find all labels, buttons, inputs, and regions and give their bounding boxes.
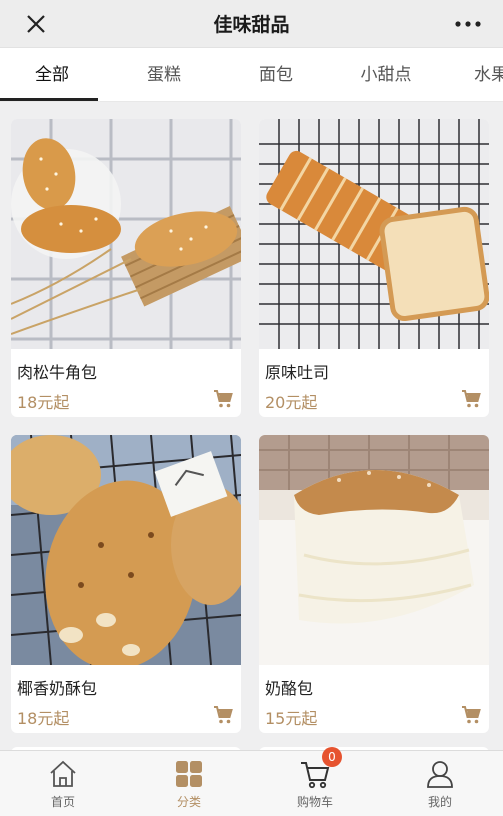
tab-dessert[interactable]: 小甜点 (334, 48, 438, 101)
category-tabs: 全部 蛋糕 面包 小甜点 水果 (0, 48, 503, 102)
tab-bread[interactable]: 面包 (224, 48, 328, 101)
croissant-buns-photo (11, 119, 241, 349)
top-bar: 佳味甜品 (0, 0, 503, 48)
product-name: 奶酪包 (265, 679, 314, 698)
active-tab-indicator (0, 98, 98, 101)
nav-cart[interactable]: 0 购物车 (252, 747, 378, 816)
product-name: 原味吐司 (265, 363, 330, 382)
tab-fruit[interactable]: 水果 (474, 48, 503, 101)
product-grid: 肉松牛角包 18元起 原味吐司 20元起 椰香奶酥包 18元起 奶酪包 15元起 (0, 102, 503, 750)
page-title: 佳味甜品 (213, 14, 290, 36)
bottom-nav: 首页 分类 0 购物车 我的 (0, 747, 503, 816)
home-icon (50, 760, 76, 787)
product-card[interactable]: 椰香奶酥包 18元起 (11, 435, 241, 733)
nav-home[interactable]: 首页 (0, 751, 126, 816)
product-card[interactable]: 肉松牛角包 18元起 (11, 119, 241, 417)
nav-category-label: 分类 (176, 795, 201, 809)
cart-count-badge: 0 (322, 747, 342, 767)
product-price: 15元起 (265, 709, 318, 728)
category-grid-icon (176, 761, 202, 787)
sliced-toast-photo (259, 119, 489, 349)
product-name: 肉松牛角包 (17, 363, 98, 382)
product-price: 20元起 (265, 393, 318, 412)
product-name: 椰香奶酥包 (17, 679, 98, 698)
more-icon[interactable] (453, 14, 483, 34)
product-card[interactable]: 奶酪包 15元起 (259, 435, 489, 733)
add-to-cart-icon[interactable] (213, 389, 233, 409)
tab-cake[interactable]: 蛋糕 (112, 48, 216, 101)
nav-me-label: 我的 (427, 795, 452, 809)
product-price: 18元起 (17, 709, 70, 728)
tab-all[interactable]: 全部 (0, 48, 104, 101)
product-price: 18元起 (17, 393, 70, 412)
nav-cart-label: 购物车 (296, 795, 333, 809)
add-to-cart-icon[interactable] (461, 389, 481, 409)
add-to-cart-icon[interactable] (213, 705, 233, 725)
add-to-cart-icon[interactable] (461, 705, 481, 725)
product-card[interactable]: 原味吐司 20元起 (259, 119, 489, 417)
user-icon (427, 761, 453, 788)
cheese-bread-photo (259, 435, 489, 665)
coconut-bread-photo (11, 435, 241, 665)
nav-me[interactable]: 我的 (377, 751, 503, 816)
nav-home-label: 首页 (50, 795, 75, 809)
nav-category[interactable]: 分类 (126, 751, 252, 816)
